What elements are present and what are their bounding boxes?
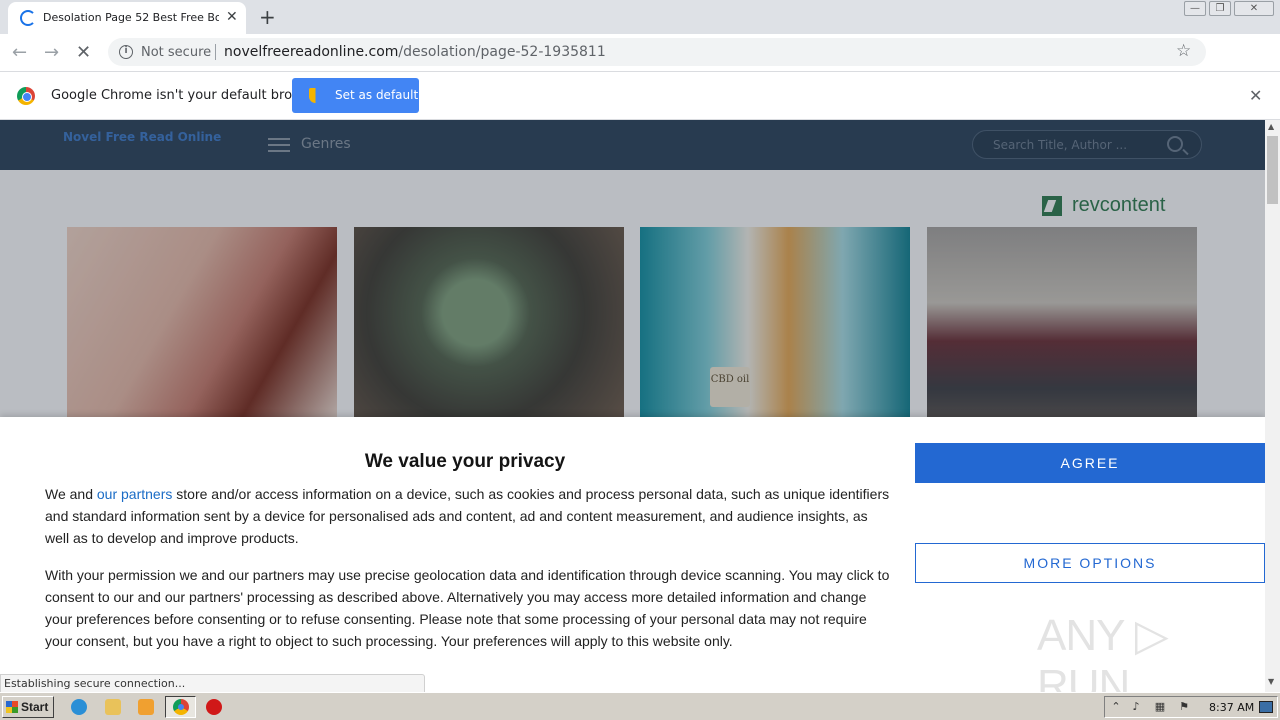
page-viewport: Novel Free Read Online Genres Search Tit…: [0, 120, 1265, 692]
security-label[interactable]: Not secure: [141, 45, 211, 60]
browser-tab-strip: Desolation Page 52 Best Free Books ✕ + —…: [0, 0, 1280, 34]
chrome-icon: [173, 699, 189, 715]
url-path: /desolation/page-52-1935811: [398, 44, 606, 60]
window-maximize-button[interactable]: ❐: [1209, 1, 1231, 16]
uac-shield-icon: [309, 88, 322, 103]
scroll-down-arrow-icon[interactable]: ▼: [1268, 677, 1274, 686]
start-button[interactable]: Start: [2, 696, 54, 718]
tray-expand-icon[interactable]: ⌃: [1109, 700, 1123, 714]
system-tray: ⌃ ♪ ▦ ⚑ 8:37 AM: [1104, 696, 1278, 718]
infobar-close-icon[interactable]: ✕: [1249, 86, 1262, 105]
anyrun-watermark: ANY ▷ RUN: [1037, 611, 1169, 692]
tray-clock[interactable]: 8:37 AM: [1209, 701, 1254, 714]
set-as-default-label: Set as default: [335, 88, 419, 102]
back-arrow-icon[interactable]: ←: [12, 42, 27, 63]
browser-toolbar: ← → ✕ i Not secure novelfreereadonline.c…: [0, 34, 1280, 96]
default-browser-infobar: Google Chrome isn't your default browser…: [0, 72, 1280, 120]
our-partners-link[interactable]: our partners: [97, 486, 172, 502]
loading-spinner-icon: [20, 10, 36, 26]
forward-arrow-icon[interactable]: →: [44, 42, 59, 63]
window-close-button[interactable]: ✕: [1234, 1, 1274, 16]
consent-paragraph-2: With your permission we and our partners…: [45, 567, 890, 649]
consent-paragraph-1: We and our partners store and/or access …: [45, 483, 890, 549]
show-desktop-icon[interactable]: [1259, 701, 1273, 713]
chrome-logo-icon: [17, 87, 35, 105]
action-center-flag-icon[interactable]: ⚑: [1177, 700, 1191, 714]
consent-title: We value your privacy: [364, 451, 566, 472]
browser-tab[interactable]: Desolation Page 52 Best Free Books ✕: [8, 2, 246, 34]
page-scrollbar[interactable]: ▲ ▼: [1265, 120, 1280, 692]
address-bar[interactable]: i Not secure novelfreereadonline.com/des…: [108, 38, 1206, 66]
file-explorer-icon[interactable]: [105, 699, 121, 715]
scroll-up-arrow-icon[interactable]: ▲: [1268, 122, 1274, 131]
consent-p1-prefix: We and: [45, 486, 97, 502]
volume-icon[interactable]: ♪: [1129, 700, 1143, 714]
tab-close-icon[interactable]: ✕: [226, 9, 238, 25]
url-host: novelfreereadonline.com: [224, 44, 399, 60]
info-icon[interactable]: i: [119, 45, 133, 59]
privacy-consent-dialog: We value your privacy We and our partner…: [0, 417, 1265, 692]
url-divider: [215, 44, 216, 60]
window-minimize-button[interactable]: —: [1184, 1, 1206, 16]
stop-sign-icon[interactable]: [206, 699, 222, 715]
media-player-icon[interactable]: [138, 699, 154, 715]
url-text[interactable]: novelfreereadonline.com/desolation/page-…: [224, 44, 606, 60]
internet-explorer-icon[interactable]: [71, 699, 87, 715]
windows-taskbar: Start ⌃ ♪ ▦ ⚑ 8:37 AM: [0, 692, 1280, 720]
network-icon[interactable]: ▦: [1153, 700, 1167, 714]
taskbar-chrome-button[interactable]: [165, 696, 196, 718]
new-tab-button[interactable]: +: [259, 5, 276, 29]
windows-logo-icon: [6, 701, 18, 713]
tab-title: Desolation Page 52 Best Free Books: [43, 11, 219, 24]
bookmark-star-icon[interactable]: ☆: [1176, 41, 1191, 61]
browser-status-bubble: Establishing secure connection...: [0, 674, 425, 693]
consent-p1-suffix: store and/or access information on a dev…: [45, 486, 890, 546]
more-options-button[interactable]: MORE OPTIONS: [915, 543, 1265, 583]
start-label: Start: [21, 700, 49, 714]
stop-loading-icon[interactable]: ✕: [76, 42, 91, 63]
infobar-message: Google Chrome isn't your default browser: [51, 88, 323, 103]
set-as-default-button[interactable]: Set as default: [292, 78, 419, 113]
scroll-thumb[interactable]: [1267, 136, 1278, 204]
agree-button[interactable]: AGREE: [915, 443, 1265, 483]
modal-backdrop: [0, 120, 1265, 420]
